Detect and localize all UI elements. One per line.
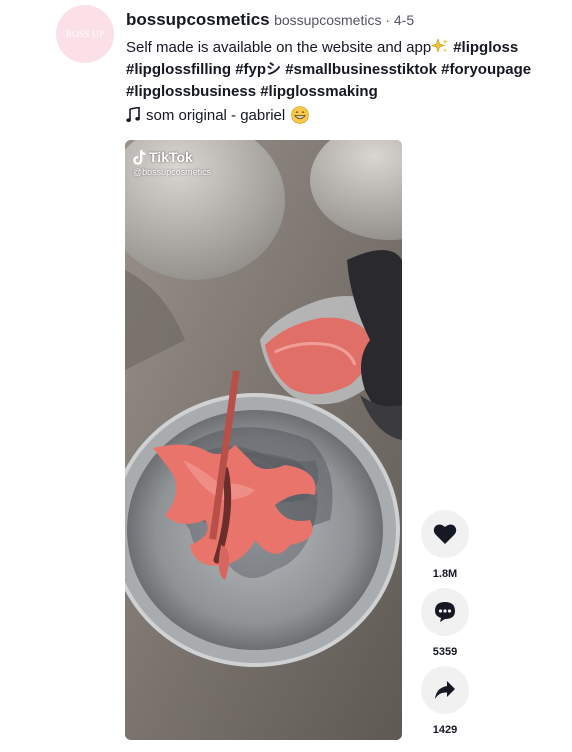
like-count: 1.8M [432,568,458,580]
action-bar: 1.8M 5359 1429 [420,510,470,744]
video-player[interactable]: TikTok @bossupcosmetics [125,140,402,740]
grinning-face-icon [291,106,310,124]
music-note-icon [126,107,140,122]
avatar-text: BOSS UP [65,29,105,39]
author-header: bossupcosmetics bossupcosmetics · 4-5 [126,10,414,30]
hashtag-link[interactable]: #fypシ [235,61,281,78]
comment-button[interactable] [421,588,469,636]
hashtag-link[interactable]: #lipglossfilling [126,61,231,78]
heart-icon [433,524,457,544]
sparkles-icon [431,38,448,53]
like-button[interactable] [421,510,469,558]
watermark-handle: @bossupcosmetics [133,167,212,177]
tiktok-watermark: TikTok @bossupcosmetics [133,149,211,177]
comment-count: 5359 [432,646,458,658]
video-caption: Self made is available on the website an… [126,37,556,103]
hashtag-link[interactable]: #lipglossmaking [260,83,378,100]
watermark-brand: TikTok [149,149,193,165]
author-avatar[interactable]: BOSS UP [56,5,114,63]
like-action: 1.8M [420,510,470,588]
hashtag-link[interactable]: #foryoupage [441,61,531,78]
comment-bubble-icon [435,602,455,622]
hashtag-link[interactable]: #lipgloss [453,39,518,56]
comment-action: 5359 [420,588,470,666]
caption-text: Self made is available on the website an… [126,39,432,56]
author-username[interactable]: bossupcosmetics [126,10,270,29]
share-arrow-icon [435,681,455,699]
share-action: 1429 [420,666,470,744]
hashtag-link[interactable]: #lipglossbusiness [126,83,256,100]
share-count: 1429 [432,724,458,736]
video-frame [125,140,402,740]
tiktok-logo-icon [133,149,146,165]
music-label: som original - gabriel [146,106,286,124]
share-button[interactable] [421,666,469,714]
hashtag-link[interactable]: #smallbusinesstiktok [285,61,437,78]
author-nickname-date: bossupcosmetics · 4-5 [274,12,415,28]
music-link[interactable]: som original - gabriel [126,106,310,124]
